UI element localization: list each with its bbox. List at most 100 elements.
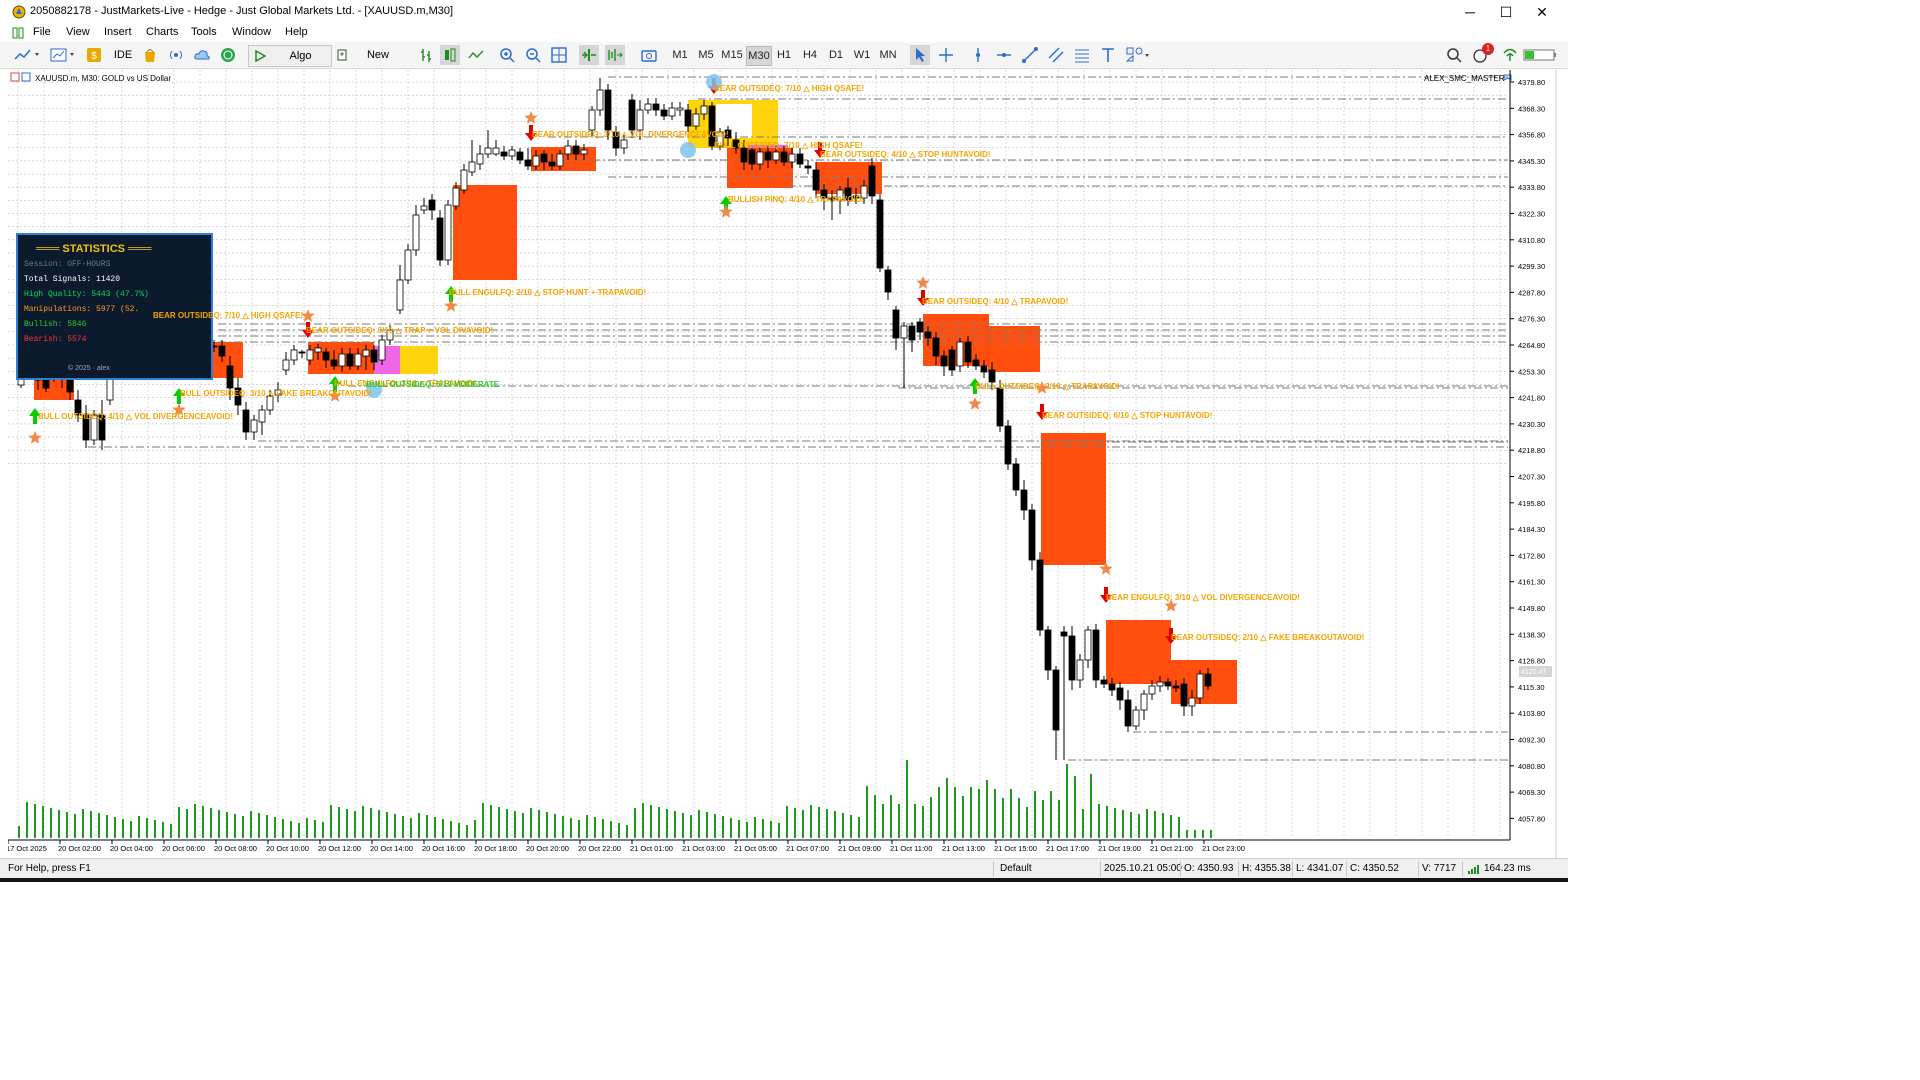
- candle-body: [1132, 709, 1140, 727]
- templates-icon[interactable]: [48, 45, 78, 65]
- candle-body: [980, 365, 988, 373]
- ide-button[interactable]: IDE: [110, 45, 136, 65]
- time-tick-label: 20 Oct 20:00: [526, 844, 569, 853]
- minimize-button[interactable]: ─: [1452, 0, 1488, 24]
- toolbar: $ IDE Algo Trading New Order: [0, 42, 1568, 82]
- menu-charts[interactable]: Charts: [146, 26, 178, 38]
- volume-bar: [762, 819, 764, 838]
- volume-bar: [330, 805, 332, 838]
- status-profile[interactable]: Default: [1000, 863, 1032, 874]
- price-tick-label: 4149.80: [1518, 604, 1545, 613]
- signals-icon[interactable]: [166, 45, 186, 65]
- dollar-icon[interactable]: $: [84, 45, 104, 65]
- time-tick-label: 20 Oct 14:00: [370, 844, 413, 853]
- volume-bar: [26, 802, 28, 838]
- timeframe-mn[interactable]: MN: [876, 46, 900, 64]
- signal-strength-icon[interactable]: [1500, 45, 1520, 65]
- screenshot-icon[interactable]: [639, 45, 659, 65]
- candlestick-icon[interactable]: [440, 45, 460, 65]
- trendline-icon[interactable]: [1020, 45, 1040, 65]
- zone-box: [1106, 620, 1171, 684]
- chart-shift-icon[interactable]: [605, 45, 625, 65]
- timeframe-h1[interactable]: H1: [772, 46, 796, 64]
- vertical-line-icon[interactable]: [968, 45, 988, 65]
- volume-bar: [458, 823, 460, 838]
- volume-bar: [490, 805, 492, 838]
- notifications-icon[interactable]: 1: [1470, 43, 1494, 65]
- volume-bar: [410, 818, 412, 838]
- timeframe-m30[interactable]: M30: [746, 46, 772, 66]
- menu-tools[interactable]: Tools: [191, 26, 217, 38]
- time-tick-label: 21 Oct 13:00: [942, 844, 985, 853]
- shapes-icon[interactable]: [1124, 45, 1154, 65]
- volume-bar: [218, 810, 220, 838]
- taskbar-edge: [0, 878, 1568, 882]
- search-icon[interactable]: [1444, 45, 1464, 65]
- timeframe-m1[interactable]: M1: [668, 46, 692, 64]
- price-chart[interactable]: ═══ STATISTICS ═══ Session: OFF-HOURS To…: [6, 70, 1558, 862]
- candle-body: [1012, 463, 1020, 491]
- candle-body: [1204, 673, 1212, 687]
- price-tick-label: 4310.80: [1518, 236, 1545, 245]
- zone-box: [988, 326, 1040, 372]
- time-tick-label: 21 Oct 15:00: [994, 844, 1037, 853]
- volume-bar: [914, 804, 916, 838]
- new-order-button[interactable]: New Order: [334, 45, 404, 81]
- candle-body: [924, 331, 932, 339]
- horizontal-line-icon[interactable]: [994, 45, 1014, 65]
- candle-body: [892, 309, 900, 339]
- status-close: C: 4350.52: [1350, 863, 1399, 874]
- channel-icon[interactable]: [1046, 45, 1066, 65]
- menu-insert[interactable]: Insert: [104, 26, 132, 38]
- volume-bar: [42, 806, 44, 838]
- timeframe-w1[interactable]: W1: [850, 46, 874, 64]
- algo-trading-button[interactable]: Algo Trading: [248, 45, 332, 82]
- connection-icon[interactable]: [1467, 863, 1479, 878]
- line-chart-icon[interactable]: [466, 45, 486, 65]
- menu-file[interactable]: File: [33, 26, 51, 38]
- candle-body: [972, 359, 980, 367]
- fibonacci-icon[interactable]: [1072, 45, 1092, 65]
- chart-window-icon[interactable]: [10, 72, 20, 82]
- time-tick-label: 20 Oct 10:00: [266, 844, 309, 853]
- stats-bearish: Bearish: 5574: [24, 335, 87, 344]
- volume-bar: [930, 797, 932, 838]
- zoom-in-icon[interactable]: [497, 45, 517, 65]
- cloud-icon[interactable]: [192, 45, 212, 65]
- candle-body: [1188, 697, 1196, 707]
- menu-view[interactable]: View: [66, 26, 90, 38]
- candle-body: [572, 145, 580, 155]
- statistics-panel: ═══ STATISTICS ═══ Session: OFF-HOURS To…: [16, 233, 213, 380]
- timeframe-d1[interactable]: D1: [824, 46, 848, 64]
- chart-canvas[interactable]: ═══ STATISTICS ═══ Session: OFF-HOURS To…: [6, 70, 1558, 862]
- volume-bar: [522, 813, 524, 838]
- autoscroll-icon[interactable]: [579, 45, 599, 65]
- timeframe-m5[interactable]: M5: [694, 46, 718, 64]
- timeframe-h4[interactable]: H4: [798, 46, 822, 64]
- crosshair-icon[interactable]: [936, 45, 956, 65]
- maximize-button[interactable]: ☐: [1488, 0, 1524, 24]
- chart-window-icon-2[interactable]: [21, 72, 31, 82]
- candle-body: [708, 105, 716, 147]
- text-tool-icon[interactable]: [1098, 45, 1118, 65]
- time-tick-label: 21 Oct 21:00: [1150, 844, 1193, 853]
- terminal-icon[interactable]: [12, 27, 24, 39]
- volume-bar: [378, 810, 380, 838]
- tile-windows-icon[interactable]: [549, 45, 569, 65]
- candle-body: [948, 349, 956, 371]
- chart-type-icon[interactable]: [12, 45, 42, 65]
- bar-chart-icon[interactable]: [416, 45, 436, 65]
- status-separator: [1462, 861, 1463, 877]
- volume-bar: [578, 820, 580, 838]
- volume-bar: [386, 812, 388, 838]
- menu-help[interactable]: Help: [285, 26, 308, 38]
- market-icon[interactable]: [140, 45, 160, 65]
- menu-window[interactable]: Window: [232, 26, 271, 38]
- timeframe-m15[interactable]: M15: [720, 46, 744, 64]
- globe-icon[interactable]: [218, 45, 238, 65]
- cursor-icon[interactable]: [910, 45, 930, 65]
- signal-label: BEAR OUTSIDEQ: 3/10 △ VOL DIVERGENCEAVOI…: [532, 130, 729, 139]
- close-button[interactable]: ✕: [1524, 0, 1560, 24]
- zoom-out-icon[interactable]: [523, 45, 543, 65]
- candle-body: [964, 341, 972, 363]
